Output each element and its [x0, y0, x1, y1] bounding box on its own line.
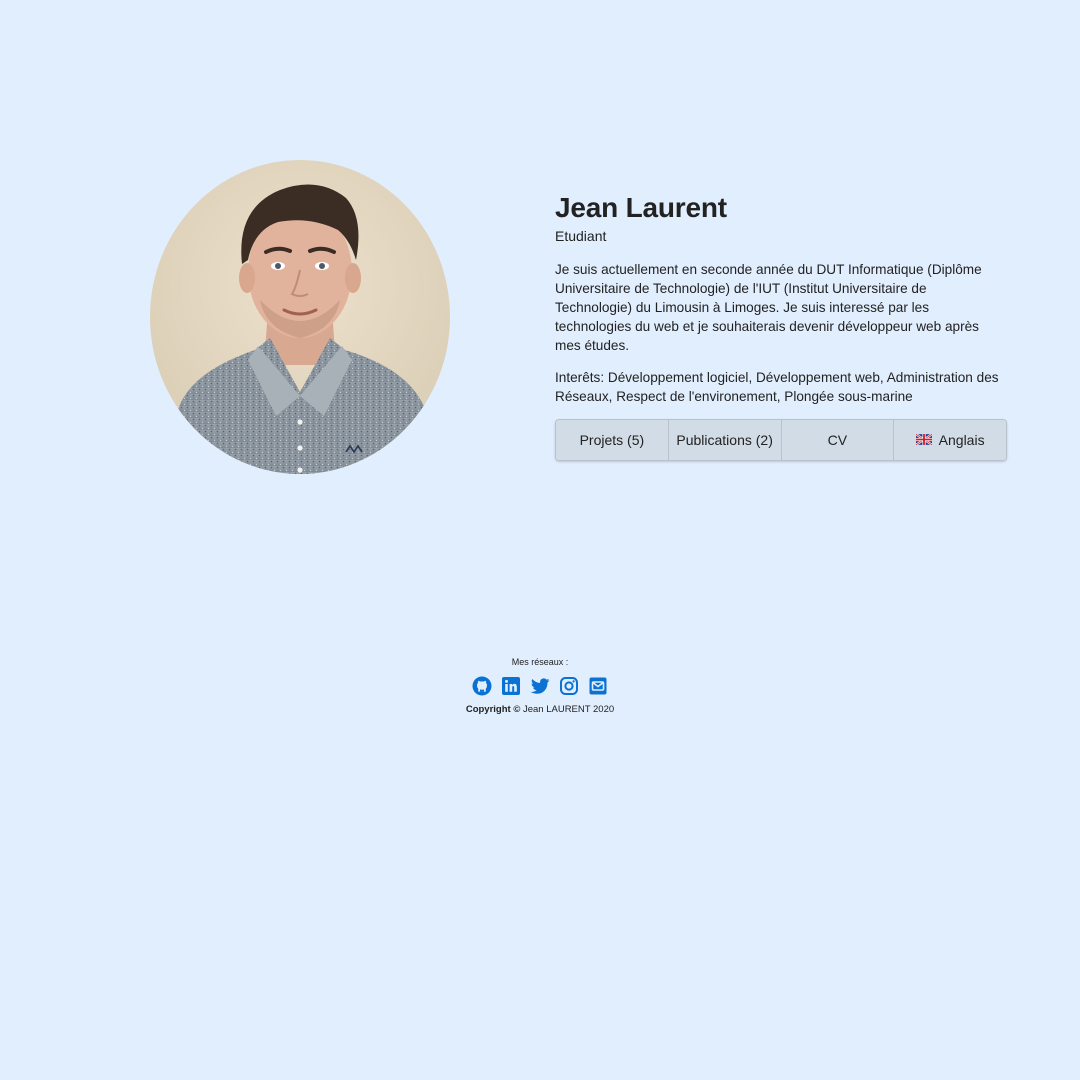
twitter-icon[interactable] — [530, 676, 550, 696]
profile-photo — [150, 160, 450, 474]
footer: Mes réseaux : Copyright © Jean LAURENT 2… — [0, 655, 1080, 715]
linkedin-icon[interactable] — [501, 676, 521, 696]
copyright-owner: Jean LAURENT 2020 — [522, 704, 615, 715]
profile-bio: Je suis actuellement en seconde année du… — [555, 262, 982, 353]
nav-button-group: Projets (5) Publications (2) CV Anglais — [555, 419, 1007, 461]
cv-button-label: CV — [827, 432, 848, 448]
instagram-icon[interactable] — [559, 676, 579, 696]
profile-role: Etudiant — [555, 228, 607, 244]
social-links — [0, 676, 1080, 696]
networks-label: Mes réseaux : — [511, 657, 569, 667]
cv-button[interactable]: CV — [781, 420, 895, 460]
language-button[interactable]: Anglais — [894, 420, 1006, 460]
language-button-label: Anglais — [938, 432, 985, 448]
profile-name: Jean Laurent — [555, 192, 727, 223]
profile-interests: Interêts: Développement logiciel, Dévelo… — [555, 370, 999, 404]
publications-button[interactable]: Publications (2) — [668, 420, 782, 460]
publications-button-label: Publications (2) — [676, 432, 773, 448]
projects-button[interactable]: Projets (5) — [556, 420, 669, 460]
uk-flag-icon — [915, 432, 933, 448]
copyright-prefix: Copyright © — [465, 704, 521, 715]
email-icon[interactable] — [588, 676, 608, 696]
copyright: Copyright © Jean LAURENT 2020 — [0, 704, 1080, 715]
page: Jean Laurent Etudiant Je suis actuelleme… — [0, 0, 1080, 1080]
github-icon[interactable] — [472, 676, 492, 696]
projects-button-label: Projets (5) — [579, 432, 645, 448]
profile-info: Jean Laurent Etudiant Je suis actuelleme… — [555, 190, 1010, 461]
